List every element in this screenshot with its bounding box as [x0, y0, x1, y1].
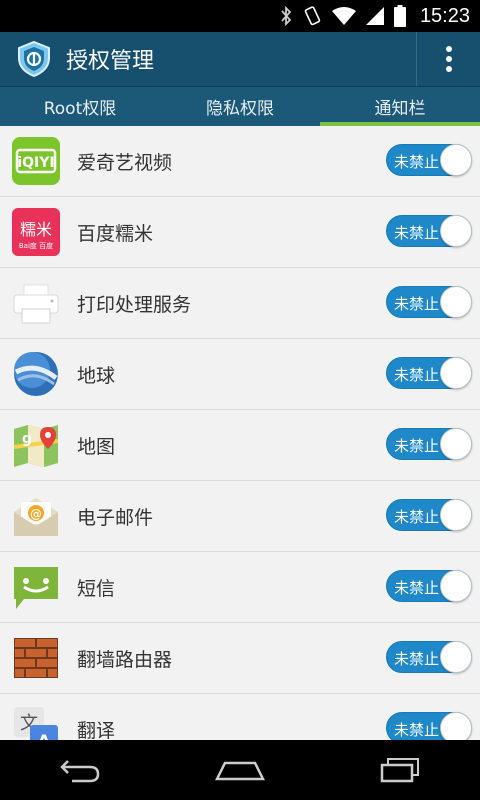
bluetooth-icon — [280, 6, 292, 26]
recents-icon[interactable] — [360, 740, 440, 800]
svg-text:糯米: 糯米 — [20, 220, 52, 239]
status-bar: 15:23 — [0, 0, 480, 32]
notification-toggle[interactable]: 未禁止 — [386, 428, 472, 460]
list-item[interactable]: 翻墙路由器 未禁止 — [0, 623, 480, 694]
page-title: 授权管理 — [66, 49, 155, 74]
toggle-label: 未禁止 — [394, 224, 440, 242]
toggle-knob — [440, 144, 472, 176]
svg-text:@: @ — [30, 507, 42, 521]
signal-icon — [365, 6, 384, 26]
toggle-knob — [440, 570, 472, 602]
tab-privacy[interactable]: 隐私权限 — [160, 87, 320, 126]
tab-notification[interactable]: 通知栏 — [320, 87, 480, 126]
wifi-icon — [331, 6, 356, 26]
list-item[interactable]: 文 A 翻译 未禁止 — [0, 694, 480, 740]
printer-icon — [12, 279, 60, 327]
google-earth-icon — [12, 350, 60, 398]
notification-toggle[interactable]: 未禁止 — [386, 712, 472, 740]
toggle-label: 未禁止 — [394, 508, 440, 526]
notification-toggle[interactable]: 未禁止 — [386, 641, 472, 673]
toggle-knob — [440, 357, 472, 389]
shield-logo-icon — [14, 39, 54, 79]
list-item[interactable]: 短信 未禁止 — [0, 552, 480, 623]
notification-toggle[interactable]: 未禁止 — [386, 357, 472, 389]
toggle-knob — [440, 428, 472, 460]
maps-icon: g — [12, 421, 60, 469]
overflow-menu-icon[interactable] — [416, 32, 480, 86]
baidu-nuomi-icon: 糯米 Bai度 百度 — [12, 208, 60, 256]
list-item[interactable]: g 地图 未禁止 — [0, 410, 480, 481]
tab-root[interactable]: Root权限 — [0, 87, 160, 126]
brick-wall-icon — [12, 634, 60, 682]
toggle-label: 未禁止 — [394, 366, 440, 384]
list-item[interactable]: @ 电子邮件 未禁止 — [0, 481, 480, 552]
toggle-label: 未禁止 — [394, 650, 440, 668]
sms-icon — [12, 563, 60, 611]
home-icon[interactable] — [200, 740, 280, 800]
notification-toggle[interactable]: 未禁止 — [386, 499, 472, 531]
translate-icon: 文 A — [12, 705, 60, 740]
toggle-knob — [440, 499, 472, 531]
list-item[interactable]: 地球 未禁止 — [0, 339, 480, 410]
back-icon[interactable] — [40, 740, 120, 800]
toggle-knob — [440, 215, 472, 247]
vibrate-icon — [302, 6, 322, 26]
toggle-knob — [440, 641, 472, 673]
list-item[interactable]: iQIYI 爱奇艺视频 未禁止 — [0, 126, 480, 197]
toggle-label: 未禁止 — [394, 153, 440, 171]
battery-icon — [393, 5, 406, 27]
toggle-label: 未禁止 — [394, 295, 440, 313]
toggle-label: 未禁止 — [394, 579, 440, 597]
iqiyi-icon: iQIYI — [12, 137, 60, 185]
svg-text:A: A — [38, 731, 51, 740]
notification-toggle[interactable]: 未禁止 — [386, 570, 472, 602]
list-item[interactable]: 打印处理服务 未禁止 — [0, 268, 480, 339]
app-list: iQIYI 爱奇艺视频 未禁止 糯米 Bai度 百度 百度糯米 未禁止 打印处理… — [0, 126, 480, 740]
notification-toggle[interactable]: 未禁止 — [386, 144, 472, 176]
list-item[interactable]: 糯米 Bai度 百度 百度糯米 未禁止 — [0, 197, 480, 268]
app-bar: 授权管理 — [0, 32, 480, 86]
tab-bar: Root权限 隐私权限 通知栏 — [0, 86, 480, 126]
toggle-label: 未禁止 — [394, 437, 440, 455]
toggle-knob — [440, 286, 472, 318]
notification-toggle[interactable]: 未禁止 — [386, 215, 472, 247]
svg-text:g: g — [22, 431, 32, 447]
nav-bar — [0, 740, 480, 800]
svg-text:Bai度 百度: Bai度 百度 — [19, 241, 53, 250]
toggle-knob — [440, 712, 472, 740]
toggle-label: 未禁止 — [394, 721, 440, 739]
notification-toggle[interactable]: 未禁止 — [386, 286, 472, 318]
email-icon: @ — [12, 492, 60, 540]
clock: 15:23 — [419, 4, 470, 27]
svg-text:iQIYI: iQIYI — [17, 155, 54, 171]
